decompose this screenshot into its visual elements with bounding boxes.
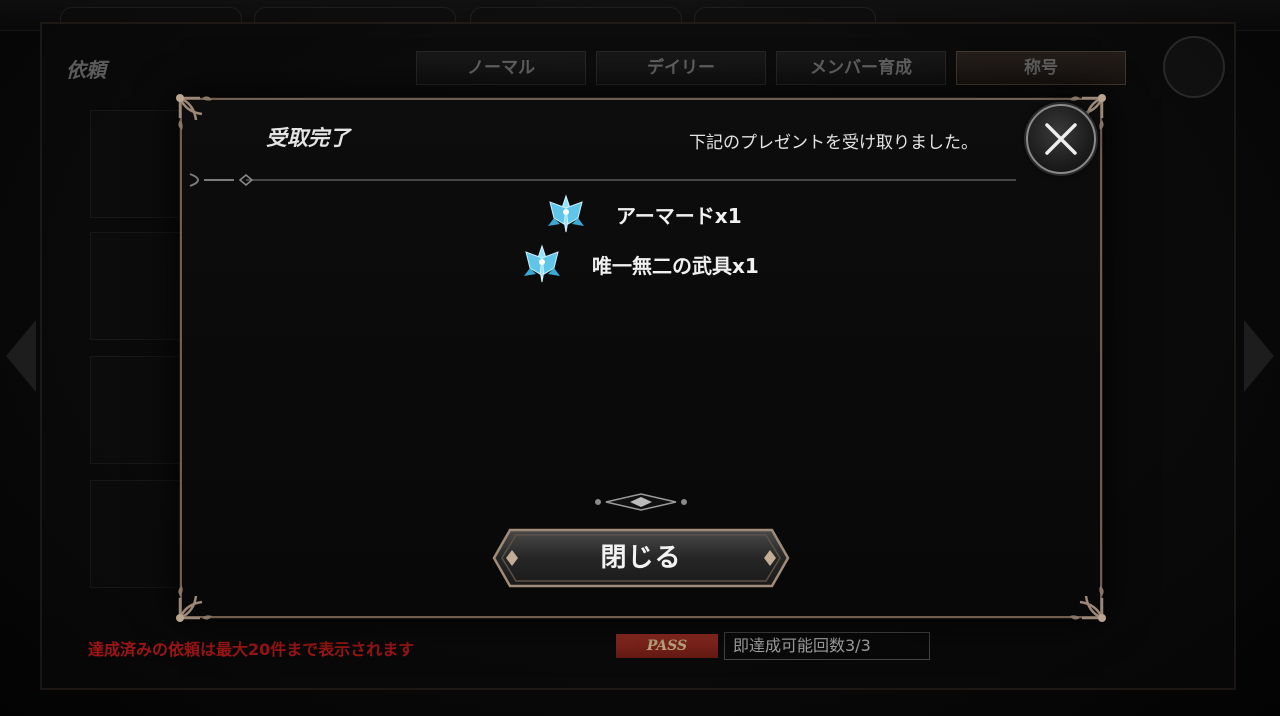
reward-item: アーマードx1 [546,194,742,234]
pass-badge: PASS [616,634,718,658]
game-screen: 依頼 ノーマル デイリー メンバー育成 称号 達成済みの依頼は最大20件まで表示… [0,0,1280,716]
tab-daily[interactable]: デイリー [596,51,766,85]
ornament-corner-icon [1070,586,1106,622]
close-button-label: 閉じる [600,543,682,573]
crystal-emblem-icon [548,194,584,233]
dialog-title: 受取完了 [266,126,350,150]
tab-member-growth[interactable]: メンバー育成 [776,51,946,85]
reward-item: 唯一無二の武具x1 [522,244,759,284]
ornament-corner-icon [176,94,212,130]
reward-label: アーマードx1 [616,203,742,228]
crystal-emblem-icon [524,244,560,283]
prev-page-arrow-icon[interactable] [6,320,36,392]
instant-clear-count[interactable]: 即達成可能回数3/3 [724,632,930,660]
next-page-arrow-icon[interactable] [1244,320,1274,392]
screen-title: 依頼 [66,58,106,82]
close-icon [1045,123,1077,155]
background-close-button[interactable] [1163,36,1225,98]
close-dialog-button[interactable] [1026,104,1096,174]
dialog-message: 下記のプレゼントを受け取りました。 [689,133,978,153]
tab-title[interactable]: 称号 [956,51,1126,85]
ornament-corner-icon [176,586,212,622]
reward-received-dialog: 受取完了 下記のプレゼントを受け取りました。 アーマードx1 唯一無二の武具x1… [176,94,1106,622]
header-divider [189,173,1016,187]
footer-divider [358,493,924,511]
reward-label: 唯一無二の武具x1 [592,253,759,278]
completed-requests-note: 達成済みの依頼は最大20件まで表示されます [88,640,415,659]
close-button[interactable]: 閉じる [492,528,790,588]
tab-normal[interactable]: ノーマル [416,51,586,85]
